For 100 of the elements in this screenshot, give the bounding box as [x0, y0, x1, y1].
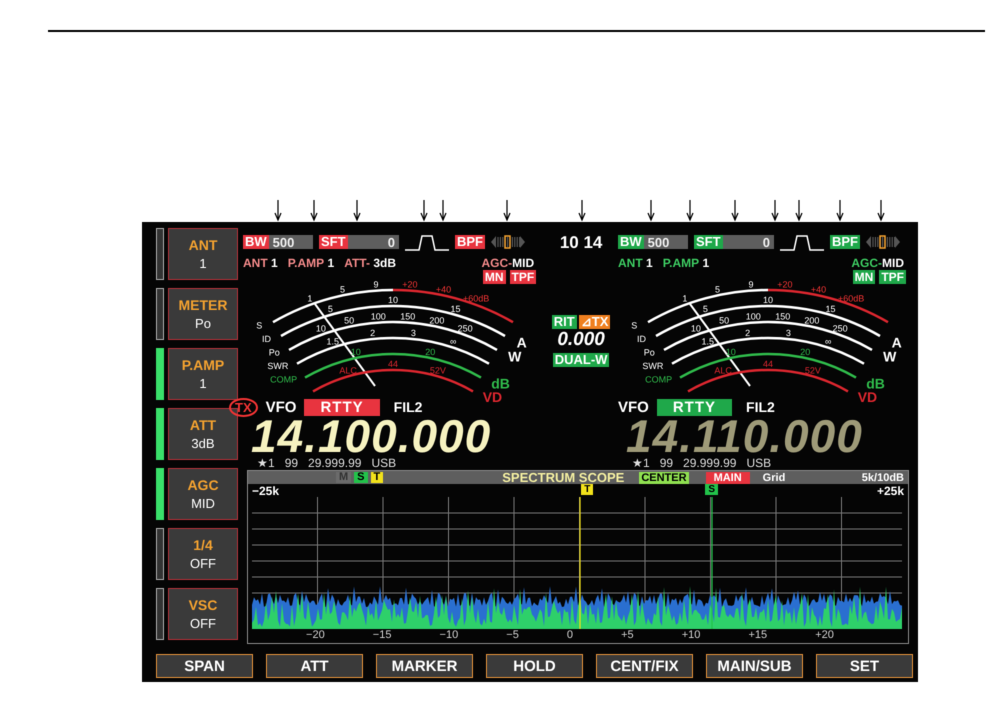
marker-tag: T [581, 484, 594, 495]
meter-scale-label: Po [268, 348, 280, 358]
function-button[interactable]: AGC MID [168, 468, 238, 520]
meter-scale-label: 10 [690, 324, 701, 334]
filter-tag: TPF [510, 270, 536, 284]
meter-scale-label: VD [858, 389, 878, 402]
axis-label: +20 [815, 629, 834, 642]
function-button[interactable]: VSC OFF [168, 588, 238, 640]
axis-label: +5 [621, 629, 634, 642]
meter-scale-label: 150 [400, 312, 416, 322]
axis-label: 0 [566, 629, 574, 642]
vfo-label: VFO [618, 398, 649, 416]
meter-scale-label: A [516, 334, 527, 351]
meter-scale-label: 250 [458, 324, 473, 334]
meter-scale-label: 5 [714, 284, 720, 294]
filter-shape-icon [780, 233, 824, 251]
mode-badge: RTTY [656, 398, 732, 416]
meter-scale-label: 50 [344, 316, 354, 326]
meter-scale-label: 44 [763, 359, 773, 369]
meter-scale-label: +40 [436, 284, 452, 294]
meter-scale-label: +60dB [838, 294, 864, 304]
meter-scale-label: 1 [307, 294, 312, 304]
vfo-label: VFO [266, 398, 296, 416]
bpf-tag: BPF [455, 235, 485, 249]
scope-title: SPECTRUM SCOPE [502, 470, 624, 485]
axis-label: −5 [506, 629, 519, 642]
menu-button[interactable]: SPAN [156, 654, 253, 678]
meter-scale-label: 20 [800, 346, 810, 357]
memory-info-text: ★1 [257, 456, 275, 470]
meter-scale-label: SWR [267, 360, 288, 371]
axis-label: −15 [372, 629, 392, 642]
meter-scale-label: 10 [316, 324, 326, 334]
rit-offset-text: 0.000 [557, 329, 605, 351]
meter-scale-label: dB [491, 375, 510, 392]
function-button[interactable]: ANT 1 [168, 228, 238, 280]
frequency-readout: 14.110.000 [626, 416, 864, 456]
mode-badge: RTTY [304, 398, 380, 416]
menu-button[interactable]: MARKER [376, 654, 473, 678]
meter-scale-label: 5 [328, 304, 333, 314]
menu-button[interactable]: ATT [266, 654, 363, 678]
meter-scale-label: ∞ [825, 336, 832, 347]
meter-scale-label: 52V [804, 365, 821, 376]
main-tag: MAIN [706, 472, 750, 484]
filter-tag: MN [852, 270, 876, 284]
memory-info-text: USB [371, 456, 396, 470]
meter-scale-label: 150 [775, 312, 790, 322]
shift-bar: SFT 0 [319, 235, 399, 249]
meter-scale-label: VD [482, 389, 502, 402]
meter-scale-label: 1 [682, 294, 688, 304]
meter-scale-label: +40 [810, 284, 826, 294]
meter-scale-label: ID [637, 334, 646, 344]
meter-scale-label: 15 [826, 304, 836, 314]
meter-scale-label: 5 [702, 304, 708, 314]
grid-label: Grid [762, 472, 786, 484]
meter-scale-label: +20 [402, 280, 418, 290]
meter-scale-label: 20 [425, 346, 436, 357]
meter-scale-label: ID [262, 334, 271, 344]
delta-tx-tag: ⊿TX [578, 315, 610, 329]
memory-info-text: 99 [660, 456, 674, 470]
agc-text: AGC-MID [482, 256, 534, 270]
filter-shape-icon [405, 233, 449, 251]
span-start-label: −25k [252, 484, 280, 497]
meter-scale-label: W [883, 348, 896, 364]
setting-text: ANT 1 [243, 256, 278, 270]
span-end-label: +25k [876, 484, 904, 497]
meter-scale-label: 250 [832, 324, 848, 334]
meter-scale-label: 10 [350, 346, 361, 357]
function-button[interactable]: 1/4 OFF [168, 528, 238, 580]
meter-scale-label: 1.5 [701, 336, 714, 347]
meter-scale-label: 15 [450, 304, 461, 314]
meter-scale-label: A [892, 334, 902, 351]
dual-watch-tag: DUAL-W [552, 353, 610, 367]
meter-scale-label: S [256, 320, 262, 331]
bandwidth-bar: BW 500 [618, 235, 688, 249]
meter-scale-label: 10 [726, 346, 736, 357]
menu-button[interactable]: HOLD [486, 654, 583, 678]
menu-button[interactable]: CENT/FIX [596, 654, 693, 678]
function-button[interactable]: ATT 3dB [168, 408, 238, 460]
setting-text: P.AMP 1 [662, 256, 710, 270]
meter-scale-label: 200 [429, 316, 444, 326]
meter-scale-label: 10 [763, 295, 773, 305]
meter-scale-label: 44 [388, 359, 398, 369]
meter-scale-label: +60dB [462, 294, 490, 304]
meter-scale-label: ALC [714, 365, 732, 376]
memory-info-text: 29.999.99 [308, 456, 362, 470]
axis-label: +15 [748, 629, 768, 642]
meter-scale-label: +20 [777, 280, 793, 290]
menu-button[interactable]: SET [816, 654, 913, 678]
meter-scale-label: 200 [804, 316, 820, 326]
filter-tag: MN [482, 270, 506, 284]
filter-label: FIL2 [394, 399, 422, 415]
setting-text: ANT 1 [618, 256, 653, 270]
function-button[interactable]: METER Po [168, 288, 238, 340]
axis-label: −10 [440, 629, 458, 642]
meter-scale-label: 5 [340, 284, 345, 294]
axis-label: −20 [306, 629, 325, 642]
meter-scale-label: 2 [745, 328, 750, 338]
function-button[interactable]: P.AMP 1 [168, 348, 238, 400]
menu-button[interactable]: MAIN/SUB [706, 654, 803, 678]
meter-scale-label: COMP [645, 374, 672, 384]
